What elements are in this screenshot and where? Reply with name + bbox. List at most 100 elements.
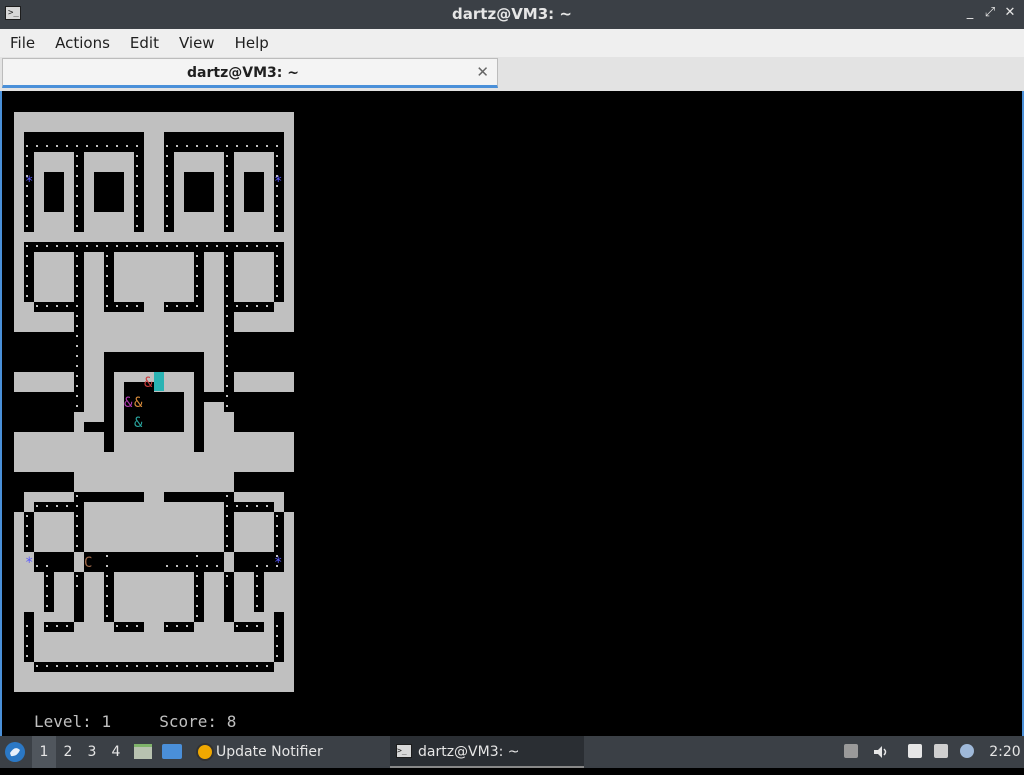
wall-block — [54, 572, 74, 612]
terminal-icon: >_ — [396, 744, 412, 758]
wall-block — [84, 432, 104, 492]
ghost-house-interior — [124, 392, 184, 432]
task-update-notifier[interactable]: Update Notifier — [194, 736, 396, 768]
wall-block — [34, 632, 134, 652]
workspace-4[interactable]: 4 — [104, 736, 128, 768]
clipboard-icon[interactable] — [908, 744, 922, 758]
pellet-column — [226, 145, 228, 245]
minimize-button[interactable]: _ — [962, 5, 978, 21]
start-menu-button[interactable] — [4, 736, 30, 768]
task-terminal[interactable]: >_ dartz@VM3: ~ — [390, 736, 584, 768]
wall-block — [84, 312, 134, 352]
player-pacman: C — [84, 555, 92, 571]
pellet-row — [166, 305, 202, 307]
ghost-magenta: & — [124, 395, 133, 411]
wall-hole — [44, 172, 64, 212]
pellet-row — [36, 565, 52, 567]
pellet-row — [26, 245, 282, 247]
pellet-row — [106, 305, 142, 307]
wall-block — [234, 512, 274, 552]
pellet-column — [276, 625, 278, 665]
wall-block — [174, 512, 224, 552]
terminal-tab[interactable]: dartz@VM3: ~ ✕ — [2, 58, 498, 88]
wall-block — [204, 572, 224, 632]
volume-icon[interactable] — [872, 744, 887, 758]
clock[interactable]: 2:20 — [988, 736, 1022, 768]
speaker-icon — [874, 746, 887, 758]
pellet-column — [106, 565, 108, 625]
tab-label: dartz@VM3: ~ — [187, 65, 299, 81]
pellet-row — [106, 625, 142, 627]
menu-file[interactable]: File — [0, 34, 45, 52]
wall-hole — [244, 172, 264, 212]
pellet-column — [196, 565, 198, 625]
network-icon[interactable] — [934, 744, 948, 758]
wall-block — [234, 572, 254, 612]
wall-block — [274, 572, 294, 612]
pellet-column — [26, 245, 28, 305]
pellet-row — [36, 625, 76, 627]
pellet-column — [276, 245, 278, 305]
pellet-column — [106, 505, 108, 565]
pellet-row — [26, 145, 142, 147]
terminal-view[interactable]: * * * * & & & & C Level: 1 Score: 8 — [0, 91, 1024, 736]
wall-hole — [184, 172, 214, 212]
tab-close-icon[interactable]: ✕ — [476, 63, 489, 81]
workspace-3[interactable]: 3 — [80, 736, 104, 768]
power-pellet: * — [25, 174, 33, 190]
taskbar: 1 2 3 4 Update Notifier >_ dartz@VM3: ~ … — [0, 736, 1024, 768]
task-label: dartz@VM3: ~ — [418, 744, 520, 760]
pellet-column — [136, 505, 138, 535]
pellet-column — [26, 145, 28, 245]
notifications-icon[interactable] — [960, 744, 974, 758]
eject-icon[interactable] — [844, 744, 858, 758]
power-pellet: * — [274, 174, 282, 190]
wall-block — [234, 252, 274, 292]
menu-view[interactable]: View — [169, 34, 225, 52]
pellet-column — [26, 625, 28, 665]
desktop-icon — [162, 744, 182, 759]
app-launcher-icon — [5, 742, 25, 762]
score-label: Score: — [159, 712, 218, 731]
power-pellet: * — [274, 555, 282, 571]
ghost-red: & — [144, 375, 153, 391]
pellet-column — [136, 145, 138, 245]
menu-bar: File Actions Edit View Help — [0, 29, 1024, 57]
wall-block — [114, 572, 194, 612]
ghost-teal: & — [134, 415, 143, 431]
wall-block — [144, 132, 164, 232]
wall-block — [204, 412, 224, 492]
pellet-row — [226, 625, 272, 627]
terminal-cursor — [154, 372, 164, 391]
pellet-row — [26, 505, 282, 507]
close-button[interactable]: ✕ — [1002, 5, 1018, 21]
power-pellet: * — [25, 555, 33, 571]
menu-edit[interactable]: Edit — [120, 34, 169, 52]
show-desktop-button[interactable] — [162, 736, 184, 768]
wall-block — [34, 252, 74, 292]
window-titlebar: >_ dartz@VM3: ~ _ ⤢ ✕ — [0, 0, 1024, 29]
level-label: Level: — [34, 712, 92, 731]
pellet-row — [26, 665, 282, 667]
wall-block — [114, 472, 194, 492]
menu-actions[interactable]: Actions — [45, 34, 120, 52]
file-manager-launcher[interactable] — [134, 736, 154, 768]
pellet-column — [46, 565, 48, 625]
folder-icon — [134, 744, 152, 759]
wall-block — [84, 572, 104, 632]
level-value: 1 — [101, 712, 112, 731]
wall-block — [144, 492, 164, 552]
maximize-button[interactable]: ⤢ — [982, 5, 998, 21]
pellet-row — [166, 625, 202, 627]
workspace-2[interactable]: 2 — [56, 736, 80, 768]
pellet-column — [196, 245, 198, 305]
menu-help[interactable]: Help — [225, 34, 279, 52]
pellet-row — [226, 305, 282, 307]
game-status-line: Level: 1 Score: 8 — [34, 712, 236, 731]
pellet-column — [166, 505, 168, 535]
workspace-1[interactable]: 1 — [32, 736, 56, 768]
ghost-orange: & — [134, 395, 143, 411]
tab-bar: dartz@VM3: ~ ✕ — [0, 57, 1024, 92]
wall-block — [174, 312, 224, 352]
wall-block — [14, 572, 34, 612]
